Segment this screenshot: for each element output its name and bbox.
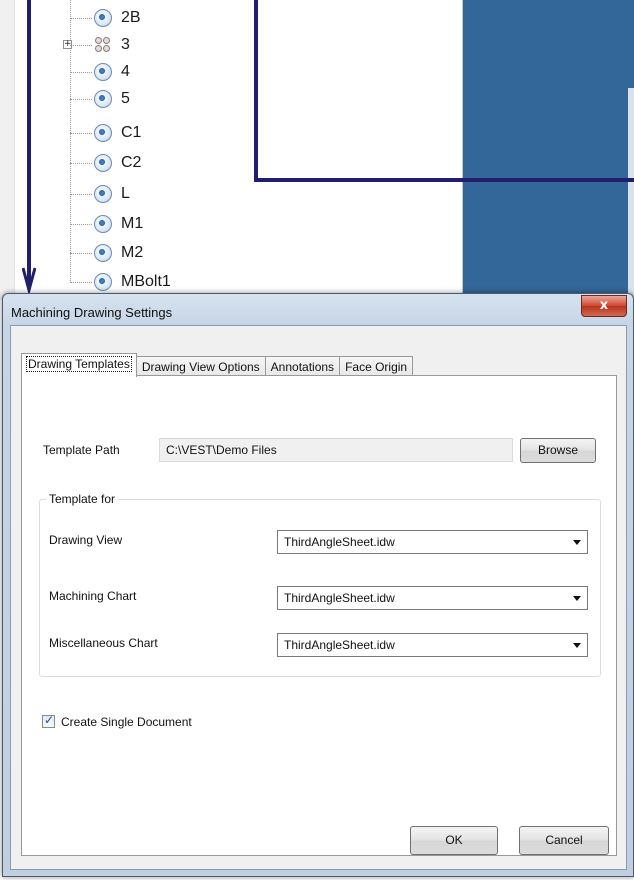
tree-item[interactable]: M1 xyxy=(70,212,143,236)
template-path-label: Template Path xyxy=(43,443,120,457)
tree-item[interactable]: C1 xyxy=(70,121,141,145)
chevron-down-icon xyxy=(573,643,581,648)
tree-item[interactable]: 5 xyxy=(70,87,130,111)
tree-item-label: M1 xyxy=(121,215,144,232)
tree-item-label: 3 xyxy=(121,36,130,53)
tree-item[interactable]: 2B xyxy=(70,6,141,30)
tab-annotations[interactable]: Annotations xyxy=(264,356,341,377)
tree-left-strip xyxy=(0,0,15,300)
tab-strip: Drawing Templates Drawing View Options A… xyxy=(21,353,414,377)
part-node-icon xyxy=(93,153,113,173)
part-node-icon xyxy=(93,62,113,82)
close-button[interactable]: x xyxy=(581,295,627,317)
tree-item[interactable]: 3 xyxy=(70,33,130,57)
part-node-icon xyxy=(93,123,113,143)
template-for-group-title: Template for xyxy=(46,492,119,506)
cancel-button[interactable]: Cancel xyxy=(519,826,609,855)
tree-item-label: 2B xyxy=(121,9,141,26)
dialog-client-area: Drawing Templates Drawing View Options A… xyxy=(10,325,627,870)
part-node-icon xyxy=(93,243,113,263)
tree-item[interactable]: C2 xyxy=(70,151,141,175)
part-node-icon xyxy=(93,272,113,292)
drawing-templates-panel: Template Path C:\VEST\Demo Files Browse … xyxy=(21,375,617,856)
template-for-group: Template for Drawing View ThirdAngleShee… xyxy=(39,492,601,677)
tree-item[interactable]: L xyxy=(70,182,130,206)
dialog-titlebar[interactable]: Machining Drawing Settings x xyxy=(3,294,633,326)
create-single-document-checkbox[interactable]: ✓ xyxy=(42,713,55,728)
part-node-icon xyxy=(93,184,113,204)
annotation-arrow-icon xyxy=(22,0,36,296)
part-node-icon xyxy=(93,214,113,234)
annotation-line-vertical xyxy=(254,0,258,182)
drawing-view-label: Drawing View xyxy=(49,533,123,547)
tab-face-origin[interactable]: Face Origin xyxy=(339,356,414,377)
miscellaneous-chart-select[interactable]: ThirdAngleSheet.idw xyxy=(277,633,588,657)
create-single-document-label[interactable]: Create Single Document xyxy=(61,715,192,729)
ok-button[interactable]: OK xyxy=(410,826,498,855)
group-node-icon xyxy=(93,35,113,55)
tree-item[interactable]: M2 xyxy=(70,241,143,265)
tree-item-label: 5 xyxy=(121,90,130,107)
model-tree-pane: + 2B 3 4 5 C1 C2 L M1 M2 MBolt1 xyxy=(0,0,463,300)
close-icon: x xyxy=(599,298,609,313)
annotation-line-horizontal xyxy=(254,178,634,182)
part-node-icon xyxy=(93,89,113,109)
tree-item-label: C1 xyxy=(121,124,142,141)
checkmark-icon: ✓ xyxy=(44,713,55,727)
template-path-field[interactable]: C:\VEST\Demo Files xyxy=(159,438,513,462)
part-node-icon xyxy=(93,8,113,28)
tree-item-label: C2 xyxy=(121,154,142,171)
drawing-view-select[interactable]: ThirdAngleSheet.idw xyxy=(277,530,588,554)
machining-drawing-settings-dialog: Machining Drawing Settings x Drawing Tem… xyxy=(2,293,634,877)
tab-drawing-templates[interactable]: Drawing Templates xyxy=(21,353,137,377)
tree-item-label: L xyxy=(121,185,130,202)
machining-chart-select[interactable]: ThirdAngleSheet.idw xyxy=(277,586,588,610)
browse-button[interactable]: Browse xyxy=(520,438,596,463)
tree-item[interactable]: MBolt1 xyxy=(70,270,171,294)
desktop-background xyxy=(463,0,634,300)
tree-item-label: 4 xyxy=(121,63,130,80)
chevron-down-icon xyxy=(573,596,581,601)
miscellaneous-chart-label: Miscellaneous Chart xyxy=(49,636,158,650)
tree-item[interactable]: 4 xyxy=(70,60,130,84)
tree-item-label: M2 xyxy=(121,244,144,261)
tree-item-label: MBolt1 xyxy=(121,273,171,290)
chevron-down-icon xyxy=(573,540,581,545)
window-edge xyxy=(628,88,634,300)
machining-chart-label: Machining Chart xyxy=(49,589,137,603)
dialog-title: Machining Drawing Settings xyxy=(11,305,173,320)
tab-drawing-view-options[interactable]: Drawing View Options xyxy=(135,356,266,377)
